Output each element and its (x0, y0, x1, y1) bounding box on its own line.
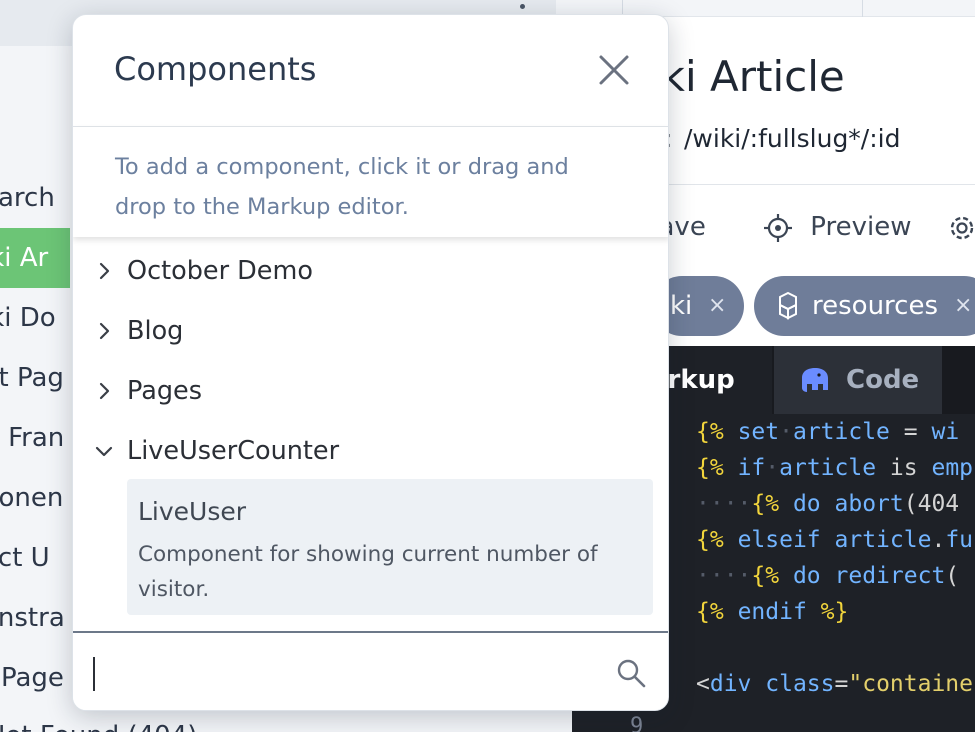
code-line: <div class="containe (696, 671, 973, 697)
chevron-right-icon (99, 382, 110, 400)
tree-item-label: Pages (127, 376, 203, 406)
component-tree: October Demo Blog Pages LiveUserCounter … (73, 237, 668, 631)
close-icon (599, 55, 629, 85)
app-window: earch iki Ar iki Do ut Pag X Fran ponen … (0, 0, 975, 732)
tree-item-label: October Demo (127, 256, 313, 286)
line-number: 9 (630, 714, 644, 732)
code-line: {% set·article = wi (696, 419, 960, 445)
page-url: /wiki/:fullslug*/:id (684, 124, 901, 153)
code-line: {% if·article is emp (696, 455, 974, 481)
text-caret (93, 657, 95, 691)
sidebar-item-wiki-article[interactable]: iki Ar (0, 228, 70, 288)
remove-tag-icon[interactable]: × (954, 276, 972, 336)
tree-item-label: Blog (127, 316, 184, 346)
page-title: iki Article (649, 52, 845, 101)
resources-tag-pill[interactable]: resources × (754, 276, 975, 336)
search-input[interactable] (91, 643, 601, 703)
code-line: ····{% do abort(404 (696, 491, 960, 517)
search-icon[interactable] (615, 657, 647, 689)
tree-item-label: LiveUserCounter (127, 436, 340, 466)
tag-label: ki (670, 291, 693, 321)
tag-label: resources (812, 291, 939, 321)
tree-item-pages[interactable]: Pages (95, 369, 202, 413)
crosshair-icon (764, 213, 792, 242)
popup-header: Components (73, 15, 668, 127)
chevron-right-icon (99, 262, 110, 280)
remove-tag-icon[interactable]: × (708, 276, 726, 336)
code-line: {% endif %} (696, 599, 849, 625)
tab-code[interactable]: Code (774, 346, 942, 414)
popup-hint: To add a component, click it or drag and… (73, 127, 668, 237)
tree-item-october-demo[interactable]: October Demo (95, 249, 313, 293)
settings-button[interactable] (946, 209, 975, 245)
popup-title: Components (114, 50, 317, 88)
chevron-down-icon (95, 446, 113, 457)
close-button[interactable] (597, 53, 631, 87)
code-line: {% elseif article.fu (696, 527, 974, 553)
gear-icon (950, 216, 974, 239)
components-popup: Components To add a component, click it … (72, 14, 669, 711)
php-elephant-icon (802, 368, 828, 392)
hint-text: To add a component, click it or drag and… (115, 154, 569, 220)
boxes-icon (779, 291, 797, 320)
chevron-right-icon (99, 322, 110, 340)
more-icon[interactable] (520, 4, 525, 9)
preview-button[interactable]: Preview (762, 209, 911, 245)
tree-item-live-user-counter[interactable]: LiveUserCounter (95, 429, 339, 473)
component-description: Component for showing current number of … (138, 542, 598, 602)
code-line: ····{% do redirect( (696, 563, 960, 589)
popup-footer (73, 631, 668, 710)
preview-label: Preview (810, 212, 912, 242)
save-button[interactable]: Save (642, 209, 728, 245)
component-card-live-user[interactable]: LiveUser Component for showing current n… (127, 479, 653, 615)
tree-item-blog[interactable]: Blog (95, 309, 183, 353)
component-name: LiveUser (138, 497, 247, 526)
